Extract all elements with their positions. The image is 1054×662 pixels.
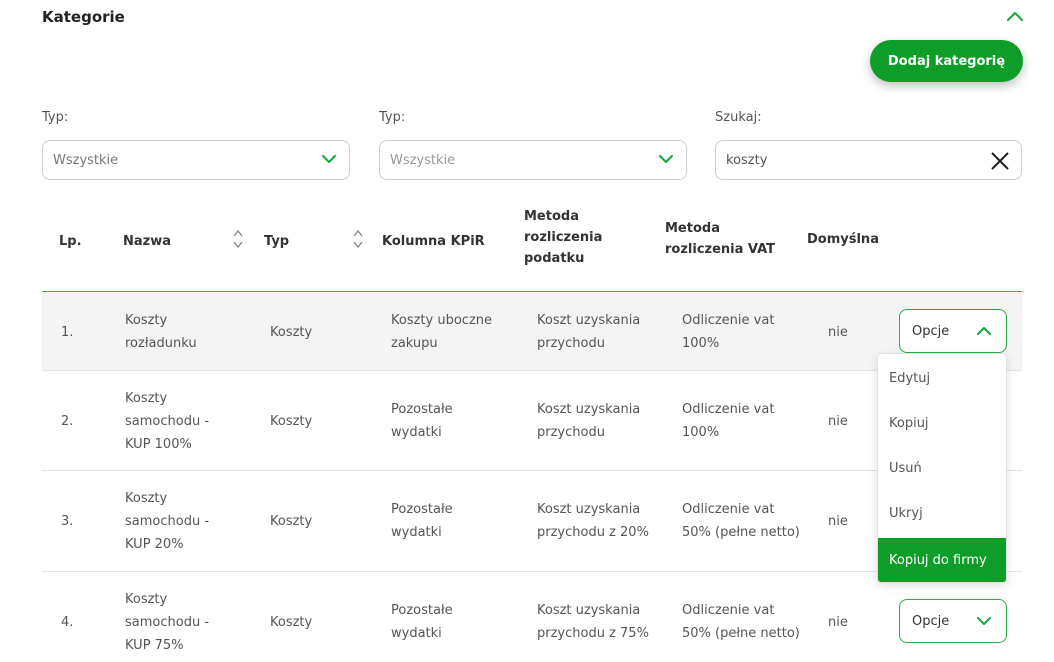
sort-icon[interactable] (232, 228, 244, 250)
cell-kolumna: Pozostałe wydatki (391, 603, 453, 641)
chevron-up-icon[interactable] (1005, 8, 1025, 24)
options-button[interactable]: Opcje (899, 309, 1007, 353)
type-filter-label: Typ: (42, 110, 69, 125)
search-input[interactable]: koszty (715, 140, 1022, 180)
type-filter-value: Wszystkie (53, 152, 119, 168)
cell-metoda-vat: Odliczenie vat 100% (682, 402, 775, 440)
cell-nazwa: Koszty samochodu - KUP 20% (125, 491, 210, 552)
type-filter-select[interactable]: Wszystkie (42, 140, 350, 180)
chevron-up-icon (977, 327, 991, 335)
cell-lp: 4. (61, 615, 74, 630)
options-menu: Edytuj Kopiuj Usuń Ukryj Kopiuj do firmy (877, 353, 1007, 583)
search-label: Szukaj: (715, 110, 762, 125)
cell-typ: Koszty (270, 514, 313, 529)
cell-lp: 3. (61, 514, 74, 529)
cell-nazwa: Koszty samochodu - KUP 100% (125, 391, 210, 452)
cell-typ: Koszty (270, 325, 313, 340)
chevron-down-icon (659, 155, 673, 163)
cell-metoda-vat: Odliczenie vat 50% (pełne netto) (682, 603, 800, 641)
add-category-button[interactable]: Dodaj kategorię (870, 40, 1023, 82)
search-value: koszty (726, 152, 768, 168)
table-header: Lp. Nazwa Typ Kolumna KPiR Metoda rozlic… (42, 196, 1022, 292)
options-button[interactable]: Opcje (899, 599, 1007, 643)
type-filter-2-label: Typ: (379, 110, 406, 125)
cell-kolumna: Koszty uboczne zakupu (391, 313, 493, 351)
header-lp: Lp. (59, 234, 82, 249)
cell-nazwa: Koszty rozładunku (125, 313, 197, 351)
cell-domyslna: nie (828, 414, 848, 429)
cell-lp: 2. (61, 414, 74, 429)
menu-item-delete[interactable]: Usuń (878, 446, 1006, 491)
header-domyslna: Domyślna (807, 232, 879, 247)
cell-metoda-podatku: Koszt uzyskania przychodu z 20% (537, 502, 649, 540)
cell-kolumna: Pozostałe wydatki (391, 502, 453, 540)
menu-item-copy-to-company[interactable]: Kopiuj do firmy (878, 538, 1006, 582)
cell-domyslna: nie (828, 514, 848, 529)
header-nazwa: Nazwa (123, 234, 172, 249)
cell-metoda-vat: Odliczenie vat 100% (682, 313, 775, 351)
chevron-down-icon (977, 617, 991, 625)
chevron-down-icon (322, 155, 336, 163)
header-typ: Typ (264, 234, 290, 249)
cell-domyslna: nie (828, 615, 848, 630)
sort-icon[interactable] (352, 228, 364, 250)
section-title: Kategorie (42, 8, 125, 26)
cell-domyslna: nie (828, 325, 848, 340)
menu-item-copy[interactable]: Kopiuj (878, 401, 1006, 446)
type-filter-2-value: Wszystkie (390, 152, 456, 168)
table-row: 3. Koszty samochodu - KUP 20% Koszty Pozos… (42, 471, 1022, 572)
menu-item-edit[interactable]: Edytuj (878, 356, 1006, 401)
header-kolumna: Kolumna KPiR (382, 234, 485, 249)
cell-metoda-podatku: Koszt uzyskania przychodu (537, 402, 641, 440)
menu-item-hide[interactable]: Ukryj (878, 491, 1006, 536)
table-row: 1. Koszty rozładunku Koszty Koszty uboczn… (42, 293, 1022, 371)
table-row: 2. Koszty samochodu - KUP 100% Koszty Pozo… (42, 371, 1022, 471)
cell-metoda-vat: Odliczenie vat 50% (pełne netto) (682, 502, 800, 540)
cell-nazwa: Koszty samochodu - KUP 75% (125, 592, 210, 653)
cell-lp: 1. (61, 325, 74, 340)
cell-typ: Koszty (270, 414, 313, 429)
close-icon[interactable] (989, 150, 1011, 172)
type-filter-2-select[interactable]: Wszystkie (379, 140, 687, 180)
header-metoda-podatku: Metoda rozliczenia podatku (524, 209, 603, 266)
cell-typ: Koszty (270, 615, 313, 630)
header-metoda-vat: Metoda rozliczenia VAT (665, 221, 776, 257)
cell-metoda-podatku: Koszt uzyskania przychodu (537, 313, 641, 351)
table-row: 4. Koszty samochodu - KUP 75% Koszty Pozos… (42, 572, 1022, 662)
cell-metoda-podatku: Koszt uzyskania przychodu z 75% (537, 603, 649, 641)
cell-kolumna: Pozostałe wydatki (391, 402, 453, 440)
